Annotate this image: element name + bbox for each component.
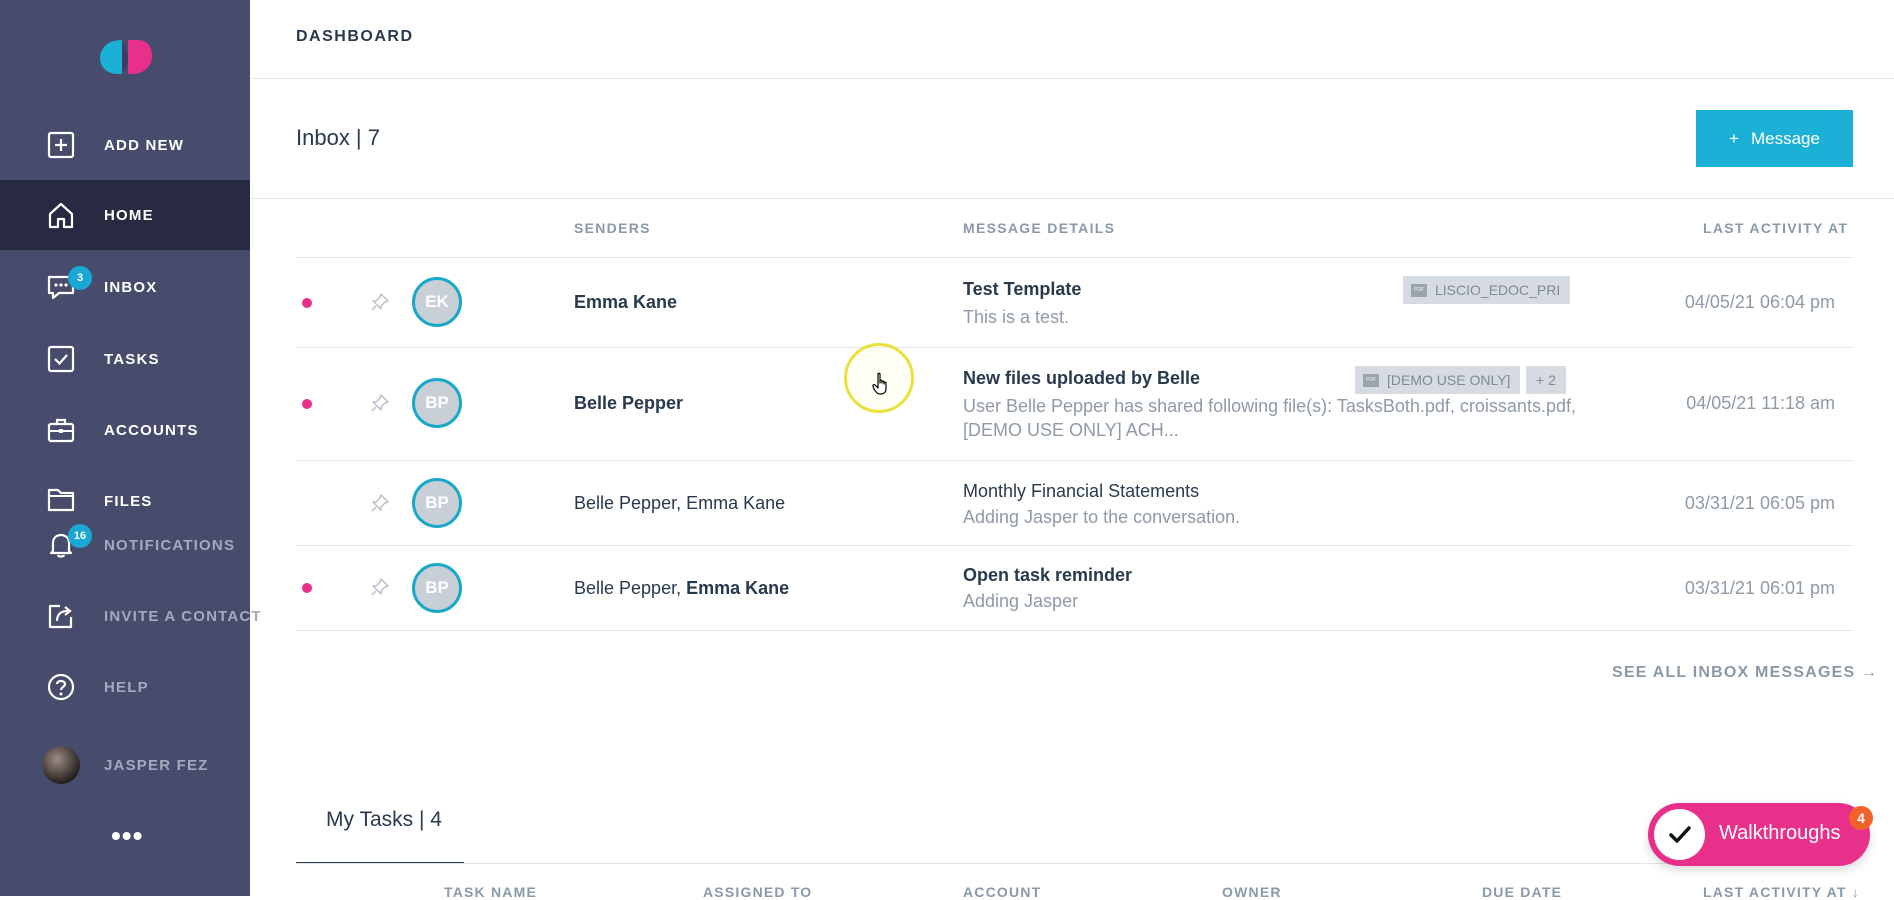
divider [296,630,1853,631]
table-row[interactable]: BP Belle Pepper, Emma Kane Monthly Finan… [296,461,1853,545]
sidebar-item-label: INBOX [104,278,158,296]
inbox-title: Inbox | 7 [296,125,380,150]
avatar: BP [412,378,462,428]
message-subject: Open task reminder [963,565,1133,585]
senders: Belle Pepper, Emma Kane [574,578,789,599]
column-header-task-name[interactable]: TASK NAME [444,884,537,900]
attachment-chip[interactable]: PDF LISCIO_EDOC_PRI [1403,276,1571,304]
help-icon [45,671,77,703]
pin-icon[interactable] [370,393,390,413]
walkthroughs-button[interactable]: Walkthroughs [1648,803,1870,866]
last-activity-date: 04/05/21 06:04 pm [1684,292,1835,312]
message-preview: Adding Jasper to the conversation. [963,507,1241,527]
column-header-assigned-to[interactable]: ASSIGNED TO [703,884,812,900]
sidebar-user[interactable]: JASPER FEZ [0,730,250,800]
table-row[interactable]: BP Belle Pepper New files uploaded by Be… [296,348,1853,460]
avatar: BP [412,478,462,528]
column-header-account[interactable]: ACCOUNT [963,884,1041,900]
column-header-message-details[interactable]: MESSAGE DETAILS [963,220,1115,236]
sidebar-item-accounts[interactable]: ACCOUNTS [0,395,250,465]
plus-square-icon [45,129,77,161]
attachment-name: LISCIO_EDOC_PRI [1435,282,1561,298]
user-name: JASPER FEZ [104,756,209,774]
walkthroughs-label: Walkthroughs [1719,822,1841,844]
pdf-file-icon: PDF [1363,373,1379,387]
pin-icon[interactable] [370,292,390,312]
briefcase-icon [45,414,77,446]
sidebar-item-label: INVITE A CONTACT [104,607,262,625]
column-header-task-last-activity[interactable]: LAST ACTIVITY AT ↓ [1703,884,1860,900]
app-logo[interactable] [98,38,154,76]
tab-my-tasks[interactable]: My Tasks | 4 [296,800,464,864]
senders: Belle Pepper, Emma Kane [574,493,786,513]
more-attachments-chip[interactable]: + 2 [1526,366,1566,394]
sidebar-item-notifications[interactable]: 16 NOTIFICATIONS [0,510,250,580]
sidebar-item-invite-contact[interactable]: INVITE A CONTACT [0,581,261,651]
table-row[interactable]: BP Belle Pepper, Emma Kane Open task rem… [296,546,1853,630]
attachment-chip[interactable]: PDF [DEMO USE ONLY] [1355,366,1521,394]
sidebar-item-home[interactable]: HOME [0,180,250,250]
sender-name: Emma Kane [686,578,790,598]
unread-indicator [302,298,312,308]
sidebar-item-tasks[interactable]: TASKS [0,324,250,394]
last-activity-date: 04/05/21 11:18 am [1686,393,1835,413]
sidebar-item-add-new[interactable]: ADD NEW [0,110,250,180]
sidebar-item-label: NOTIFICATIONS [104,536,236,554]
message-preview: User Belle Pepper has shared following f… [963,396,1576,440]
message-preview: This is a test. [963,307,1070,327]
page-title: DASHBOARD [296,28,414,45]
sender-name: Belle Pepper, [574,578,687,598]
sidebar-item-help[interactable]: HELP [0,652,250,722]
avatar: BP [412,563,462,613]
tasks-title: My Tasks | 4 [326,808,442,831]
sidebar-item-label: HELP [104,678,149,696]
new-message-button[interactable]: + Message [1696,110,1853,167]
column-header-last-activity[interactable]: LAST ACTIVITY AT [1703,220,1848,236]
table-row[interactable]: EK Emma Kane Test Template This is a tes… [296,258,1853,347]
message-preview: Adding Jasper [963,591,1079,611]
avatar: EK [412,277,462,327]
walkthroughs-count-badge: 4 [1849,806,1873,830]
see-all-inbox-link[interactable]: SEE ALL INBOX MESSAGES → [1612,664,1878,682]
check-square-icon [45,343,77,375]
share-icon [45,600,77,632]
senders: Belle Pepper [574,393,683,414]
message-subject: New files uploaded by Belle [963,368,1201,388]
user-avatar [42,746,80,784]
notifications-count-badge: 16 [68,524,92,548]
sidebar-item-inbox[interactable]: 3 INBOX [0,252,250,322]
attachment-name: [DEMO USE ONLY] [1387,372,1511,388]
unread-indicator [302,399,312,409]
sender-name: Emma Kane [574,292,678,312]
pin-icon[interactable] [370,577,390,597]
message-subject: Monthly Financial Statements [963,481,1200,501]
sidebar: ADD NEW HOME 3 INBOX TASKS ACCOUNTS FILE… [0,0,261,896]
column-header-senders[interactable]: SENDERS [574,220,651,236]
unread-indicator [302,583,312,593]
new-message-label: Message [1750,128,1820,148]
pdf-file-icon: PDF [1411,283,1427,297]
hand-cursor-icon [872,372,887,395]
inbox-header: Inbox | 7 + Message [250,79,1894,199]
last-activity-date: 03/31/21 06:05 pm [1684,493,1835,513]
home-icon [45,199,77,231]
checkmark-icon [1654,809,1705,860]
divider [296,863,1853,864]
sidebar-item-label: FILES [104,493,153,510]
inbox-count-badge: 3 [68,266,92,290]
sidebar-item-label: ACCOUNTS [104,421,199,439]
more-menu-icon[interactable]: ••• [111,822,142,856]
column-header-owner[interactable]: OWNER [1222,884,1282,900]
pin-icon[interactable] [370,493,390,513]
plus-icon: + [1729,128,1739,148]
sidebar-item-label: TASKS [104,350,160,368]
senders: Emma Kane [574,292,677,313]
sender-name: Belle Pepper [574,393,684,413]
sidebar-item-label: ADD NEW [104,136,185,154]
sidebar-item-label: HOME [104,206,154,224]
top-bar: DASHBOARD [250,0,1894,79]
last-activity-date: 03/31/21 06:01 pm [1684,578,1835,598]
column-header-due-date[interactable]: DUE DATE [1482,884,1562,900]
message-subject: Test Template [963,279,1082,299]
